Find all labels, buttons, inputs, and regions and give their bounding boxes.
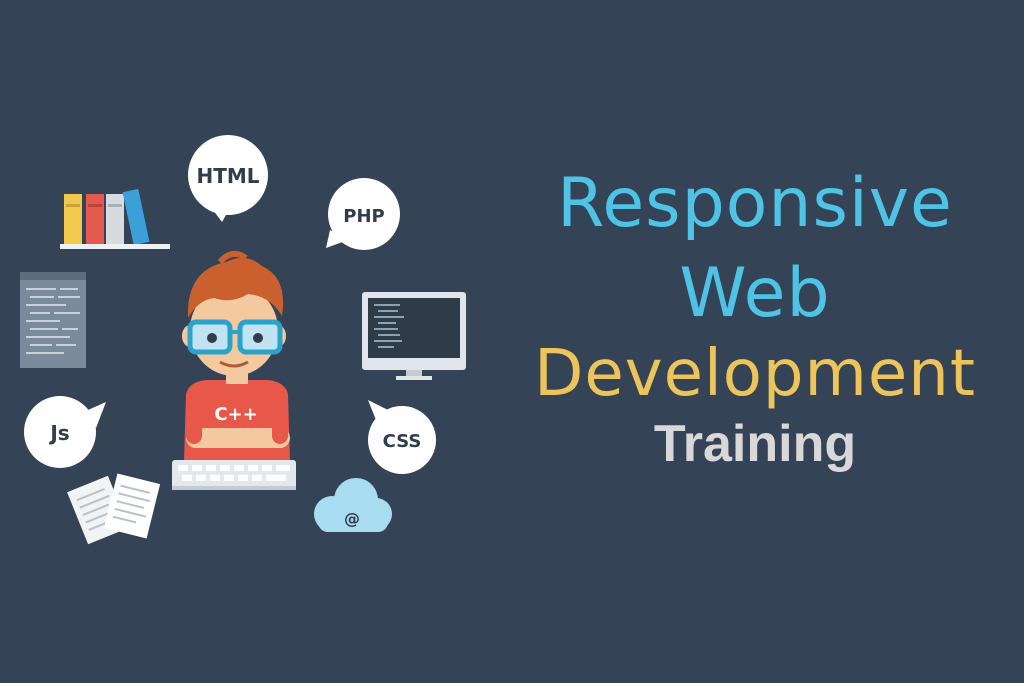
at-symbol: @ [344, 509, 360, 528]
headline-responsive: Responsive [557, 164, 953, 243]
books-icon [60, 188, 170, 249]
headline-training: Training [653, 415, 857, 473]
banner: HTML PHP Js CSS @ C++ Responsive Web Dev… [0, 0, 1024, 683]
shirt-label: C++ [214, 404, 257, 425]
headline: Responsive Web Development Training [520, 160, 990, 473]
html-bubble: HTML [188, 135, 268, 222]
css-bubble: CSS [368, 400, 436, 474]
developer-character: C++ [172, 250, 296, 490]
cloud-icon: @ [314, 478, 392, 532]
css-label: CSS [383, 431, 422, 452]
code-document-icon [20, 272, 86, 368]
js-label: Js [48, 421, 69, 445]
html-label: HTML [196, 164, 259, 188]
headline-development: Development [534, 337, 976, 411]
headline-web: Web [679, 254, 831, 333]
js-bubble: Js [24, 396, 106, 468]
monitor-icon [362, 292, 466, 380]
php-label: PHP [343, 206, 384, 227]
papers-icon [67, 473, 161, 545]
php-bubble: PHP [326, 178, 400, 250]
